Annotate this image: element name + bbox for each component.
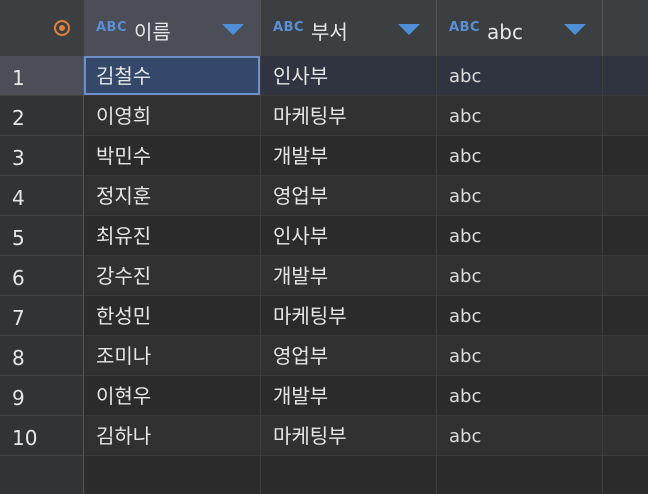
empty-gutter xyxy=(0,456,84,494)
select-all-corner[interactable] xyxy=(0,0,85,56)
row-filler xyxy=(603,56,648,96)
row-number[interactable]: 6 xyxy=(0,256,84,296)
cell-dept[interactable]: 영업부 xyxy=(261,336,437,376)
cell-dept[interactable]: 마케팅부 xyxy=(261,296,437,336)
cell-dept[interactable]: 개발부 xyxy=(261,256,437,296)
row-filler xyxy=(603,136,648,176)
dropdown-arrow-icon[interactable] xyxy=(222,24,244,35)
cell-dept[interactable]: 개발부 xyxy=(261,376,437,416)
row-number[interactable]: 1 xyxy=(0,56,84,96)
cell-abc[interactable]: abc xyxy=(437,216,603,256)
column-title: 부서 xyxy=(311,20,348,44)
cell-dept[interactable]: 영업부 xyxy=(261,176,437,216)
row-number[interactable]: 9 xyxy=(0,376,84,416)
cell-abc[interactable]: abc xyxy=(437,336,603,376)
cell-name[interactable]: 이영희 xyxy=(84,96,261,136)
column-title: 이름 xyxy=(134,20,171,44)
cell-abc[interactable]: abc xyxy=(437,296,603,336)
cell-dept[interactable]: 인사부 xyxy=(261,56,437,96)
row-filler xyxy=(603,256,648,296)
cell-dept[interactable]: 마케팅부 xyxy=(261,96,437,136)
text-type-icon: ABC xyxy=(449,20,481,35)
cell-name[interactable]: 한성민 xyxy=(84,296,261,336)
cell-name[interactable]: 최유진 xyxy=(84,216,261,256)
empty-cell xyxy=(84,456,261,494)
row-filler xyxy=(603,416,648,456)
cell-name[interactable]: 조미나 xyxy=(84,336,261,376)
cell-abc[interactable]: abc xyxy=(437,56,603,96)
cell-dept[interactable]: 인사부 xyxy=(261,216,437,256)
cell-name[interactable]: 박민수 xyxy=(84,136,261,176)
cell-dept[interactable]: 개발부 xyxy=(261,136,437,176)
record-mode-icon[interactable] xyxy=(54,20,70,36)
cell-name[interactable]: 이현우 xyxy=(84,376,261,416)
cell-abc[interactable]: abc xyxy=(437,416,603,456)
row-filler xyxy=(603,296,648,336)
row-number[interactable]: 8 xyxy=(0,336,84,376)
row-filler xyxy=(603,336,648,376)
column-header-dept[interactable]: ABC 부서 xyxy=(261,0,437,56)
cell-dept[interactable]: 마케팅부 xyxy=(261,416,437,456)
cell-name[interactable]: 김하나 xyxy=(84,416,261,456)
column-header-abc[interactable]: ABC abc xyxy=(437,0,603,56)
text-type-icon: ABC xyxy=(273,20,305,35)
row-number[interactable]: 4 xyxy=(0,176,84,216)
empty-cell xyxy=(261,456,437,494)
cell-name[interactable]: 정지훈 xyxy=(84,176,261,216)
cell-abc[interactable]: abc xyxy=(437,256,603,296)
cell-abc[interactable]: abc xyxy=(437,136,603,176)
row-number[interactable]: 7 xyxy=(0,296,84,336)
dropdown-arrow-icon[interactable] xyxy=(398,24,420,35)
dropdown-arrow-icon[interactable] xyxy=(564,24,586,35)
row-number[interactable]: 5 xyxy=(0,216,84,256)
cell-name[interactable]: 김철수 xyxy=(84,56,261,96)
row-filler xyxy=(603,176,648,216)
cell-name[interactable]: 강수진 xyxy=(84,256,261,296)
cell-abc[interactable]: abc xyxy=(437,96,603,136)
row-filler xyxy=(603,376,648,416)
row-number[interactable]: 10 xyxy=(0,416,84,456)
column-title: abc xyxy=(487,20,523,44)
text-type-icon: ABC xyxy=(96,20,128,35)
row-filler xyxy=(603,96,648,136)
empty-cell xyxy=(437,456,603,494)
row-number[interactable]: 2 xyxy=(0,96,84,136)
result-grid: ABC 이름 ABC 부서 ABC abc 1 김철수 인사부 abc 2 이영희 마케팅부… xyxy=(0,0,648,494)
column-header-name[interactable]: ABC 이름 xyxy=(84,0,261,56)
cell-abc[interactable]: abc xyxy=(437,176,603,216)
cell-abc[interactable]: abc xyxy=(437,376,603,416)
row-number[interactable]: 3 xyxy=(0,136,84,176)
row-filler xyxy=(603,216,648,256)
